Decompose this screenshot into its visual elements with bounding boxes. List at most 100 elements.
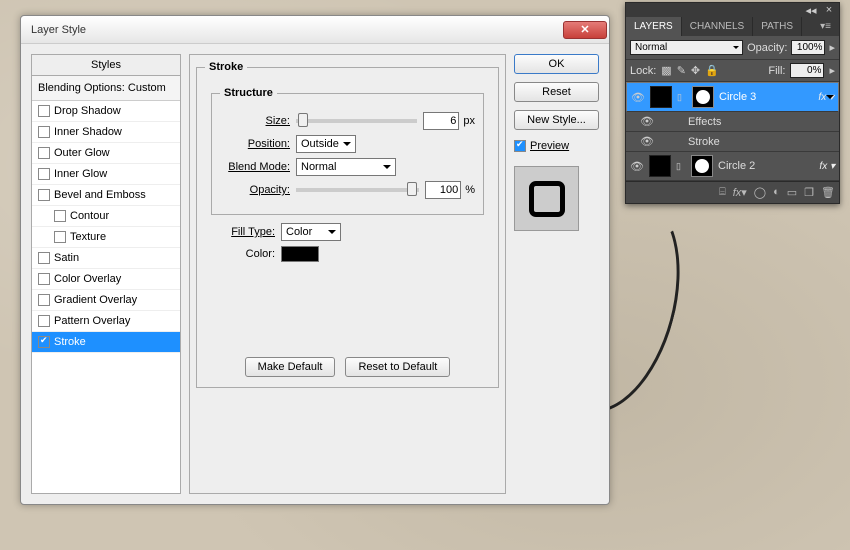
layer-mask-thumbnail[interactable]: [691, 155, 713, 177]
style-item-inner-glow[interactable]: Inner Glow: [32, 164, 180, 185]
layer-name[interactable]: Circle 2: [718, 160, 814, 172]
style-item-outer-glow[interactable]: Outer Glow: [32, 143, 180, 164]
fx-icon[interactable]: fx▾: [733, 186, 747, 199]
fx-badge[interactable]: fx ▾: [818, 92, 834, 103]
reset-default-button[interactable]: Reset to Default: [345, 357, 450, 377]
mask-icon[interactable]: ◯: [754, 186, 766, 199]
collapse-icon: ◂◂: [805, 5, 817, 15]
layer-mask-thumbnail[interactable]: [692, 86, 714, 108]
position-select[interactable]: Outside: [296, 135, 356, 153]
new-layer-icon[interactable]: ❐: [804, 186, 814, 199]
style-item-gradient-overlay[interactable]: Gradient Overlay: [32, 290, 180, 311]
style-item-contour[interactable]: Contour: [32, 206, 180, 227]
visibility-icon[interactable]: 👁: [631, 91, 645, 104]
opacity-slider[interactable]: [296, 188, 419, 192]
checkbox-icon[interactable]: [38, 126, 50, 138]
color-swatch[interactable]: [281, 246, 319, 262]
lock-label: Lock:: [630, 65, 656, 77]
checkbox-icon[interactable]: [38, 294, 50, 306]
checkbox-icon[interactable]: [38, 168, 50, 180]
checkbox-icon[interactable]: [38, 273, 50, 285]
size-input[interactable]: [423, 112, 459, 130]
checkbox-icon[interactable]: [38, 252, 50, 264]
checkbox-icon[interactable]: [38, 315, 50, 327]
vector-mask-link-icon[interactable]: ▯: [676, 161, 686, 172]
style-item-drop-shadow[interactable]: Drop Shadow: [32, 101, 180, 122]
reset-button[interactable]: Reset: [514, 82, 599, 102]
lock-brush-icon[interactable]: ✎: [677, 64, 686, 77]
opacity-panel-input[interactable]: [791, 40, 825, 55]
panel-collapse-bar[interactable]: ◂◂ ×: [626, 3, 839, 17]
lock-transparency-icon[interactable]: ▩: [661, 64, 671, 77]
tab-channels[interactable]: CHANNELS: [682, 17, 753, 36]
folder-icon[interactable]: ▭: [787, 186, 797, 199]
adjustment-icon[interactable]: ◐: [773, 186, 780, 199]
visibility-icon[interactable]: 👁: [640, 115, 654, 128]
style-item-label: Satin: [54, 252, 79, 264]
layer-style-dialog: Layer Style ✕ Styles Blending Options: C…: [20, 15, 610, 505]
close-panel-icon[interactable]: ×: [823, 5, 835, 15]
new-style-button[interactable]: New Style...: [514, 110, 599, 130]
vector-mask-link-icon[interactable]: ▯: [677, 92, 687, 103]
effect-name: Effects: [688, 116, 721, 128]
make-default-button[interactable]: Make Default: [245, 357, 336, 377]
tab-paths[interactable]: PATHS: [753, 17, 802, 36]
lock-move-icon[interactable]: ✥: [691, 64, 700, 77]
structure-fieldset: Structure Size: px Position: Outside Ble…: [211, 87, 484, 215]
slider-thumb-icon[interactable]: [407, 182, 417, 196]
style-item-texture[interactable]: Texture: [32, 227, 180, 248]
preview-label: Preview: [530, 140, 569, 152]
checkbox-icon[interactable]: [38, 189, 50, 201]
close-icon: ✕: [580, 23, 589, 36]
ok-button[interactable]: OK: [514, 54, 599, 74]
tab-layers[interactable]: LAYERS: [626, 17, 682, 36]
fx-badge[interactable]: fx ▾: [819, 161, 835, 172]
style-item-pattern-overlay[interactable]: Pattern Overlay: [32, 311, 180, 332]
layer-name[interactable]: Circle 3: [719, 91, 813, 103]
visibility-icon[interactable]: 👁: [640, 135, 654, 148]
title-bar[interactable]: Layer Style ✕: [21, 16, 609, 44]
fill-arrow-icon[interactable]: ▸: [829, 64, 835, 77]
panel-menu-icon[interactable]: ▾≡: [812, 17, 839, 36]
effect-sublayer[interactable]: 👁Stroke: [626, 132, 839, 152]
styles-header[interactable]: Styles: [32, 55, 180, 76]
trash-icon[interactable]: 🗑: [821, 186, 835, 199]
style-item-color-overlay[interactable]: Color Overlay: [32, 269, 180, 290]
visibility-icon[interactable]: 👁: [630, 160, 644, 173]
checkbox-icon[interactable]: [38, 147, 50, 159]
checkbox-icon[interactable]: [38, 105, 50, 117]
opacity-unit: %: [465, 184, 475, 196]
style-item-label: Texture: [70, 231, 106, 243]
filltype-select[interactable]: Color: [281, 223, 341, 241]
style-item-stroke[interactable]: Stroke: [32, 332, 180, 353]
checkbox-icon[interactable]: [38, 336, 50, 348]
style-item-label: Inner Shadow: [54, 126, 122, 138]
size-slider[interactable]: [296, 119, 417, 123]
close-button[interactable]: ✕: [563, 21, 607, 39]
blending-options[interactable]: Blending Options: Custom: [32, 76, 180, 101]
preview-shape: [529, 181, 565, 217]
style-item-inner-shadow[interactable]: Inner Shadow: [32, 122, 180, 143]
layer-thumbnail[interactable]: [650, 86, 672, 108]
layer-row[interactable]: 👁 ▯ Circle 2 fx ▾: [626, 152, 839, 181]
lock-all-icon[interactable]: 🔒: [705, 64, 719, 77]
opacity-panel-label: Opacity:: [747, 42, 787, 54]
effect-sublayer[interactable]: 👁 Effects: [626, 112, 839, 132]
link-layers-icon[interactable]: ⌸: [719, 186, 726, 199]
blend-mode-select[interactable]: Normal: [630, 40, 743, 55]
layer-thumbnail[interactable]: [649, 155, 671, 177]
styles-list: Styles Blending Options: Custom Drop Sha…: [31, 54, 181, 494]
style-item-satin[interactable]: Satin: [32, 248, 180, 269]
checkbox-icon[interactable]: [54, 210, 66, 222]
style-item-bevel-and-emboss[interactable]: Bevel and Emboss: [32, 185, 180, 206]
slider-thumb-icon[interactable]: [298, 113, 308, 127]
fill-panel-input[interactable]: [790, 63, 824, 78]
opacity-arrow-icon[interactable]: ▸: [829, 41, 835, 54]
blendmode-select[interactable]: Normal: [296, 158, 396, 176]
style-item-label: Pattern Overlay: [54, 315, 130, 327]
opacity-input[interactable]: [425, 181, 461, 199]
checkbox-icon[interactable]: [54, 231, 66, 243]
stroke-legend: Stroke: [205, 61, 247, 73]
layer-row[interactable]: 👁 ▯ Circle 3 fx ▾: [626, 82, 839, 112]
preview-checkbox[interactable]: Preview: [514, 140, 599, 152]
